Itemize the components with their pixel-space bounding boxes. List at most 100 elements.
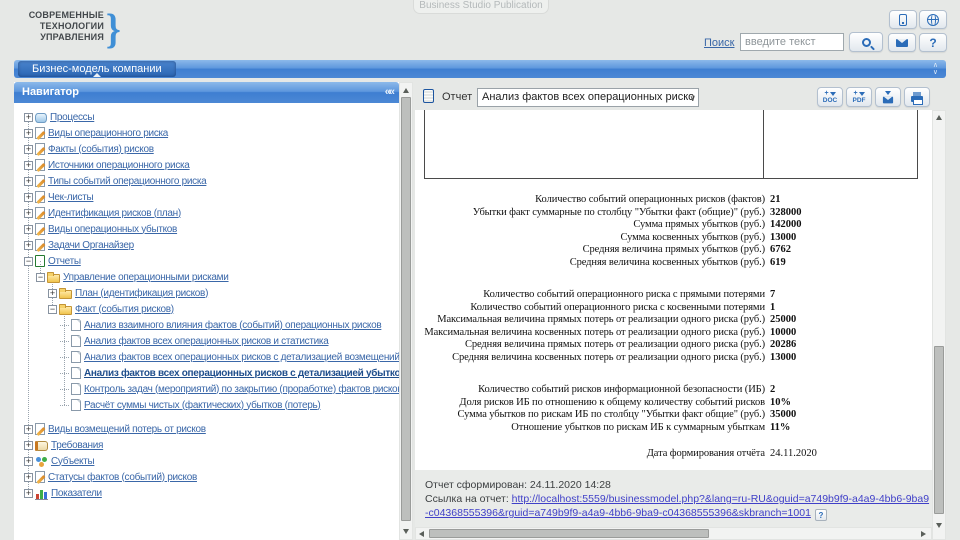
report-link-label: Ссылка на отчет: [425, 493, 509, 505]
stat-value: 20286 [770, 339, 796, 350]
stat-row: Количество событий рисков информационной… [424, 384, 924, 397]
tree-item-link[interactable]: Виды операционных убытков [48, 224, 177, 235]
expand-node-icon[interactable]: + [48, 289, 57, 298]
stat-label: Средняя величина прямых потерь от реализ… [465, 339, 765, 350]
expand-node-icon[interactable]: + [24, 441, 33, 450]
question-icon: ? [929, 37, 936, 49]
export-buttons: + DOC + PDF [817, 87, 930, 107]
tree-item-link[interactable]: План (идентификация рисков) [75, 288, 208, 299]
tree-row: Расчёт суммы чистых (фактических) убытко… [14, 397, 399, 413]
doc-edit-icon [35, 175, 45, 187]
expand-node-icon[interactable]: + [24, 473, 33, 482]
export-pdf-button[interactable]: + PDF [846, 87, 872, 107]
tab-business-model[interactable]: Бизнес-модель компании [18, 61, 176, 77]
send-report-button[interactable] [875, 87, 901, 107]
scroll-right-arrow[interactable] [921, 531, 926, 537]
tree-item-link[interactable]: Анализ фактов всех операционных рисков и… [84, 336, 328, 347]
tabbar-collapse-icon[interactable]: ∧∨ [933, 62, 938, 76]
stat-row: Сумма прямых убытков (руб.)142000 [424, 219, 924, 232]
search-button[interactable] [849, 32, 883, 52]
navigator-header: Навигатор «« [14, 82, 399, 103]
feedback-button[interactable] [888, 33, 916, 52]
navigator-collapse-icon[interactable]: «« [385, 82, 393, 103]
scrollbar-thumb[interactable] [934, 346, 944, 514]
tree-item-link[interactable]: Факт (события рисков) [75, 304, 174, 315]
collapse-node-icon[interactable]: − [24, 257, 33, 266]
search-link[interactable]: Поиск [704, 37, 734, 49]
search-input[interactable] [740, 33, 844, 51]
tree-row: + Факты (события) рисков [14, 141, 399, 157]
navigation-tree: + Процессы + Виды операционного риска + Факты… [14, 103, 399, 501]
tree-item-link[interactable]: Статусы фактов (событий) рисков [48, 472, 197, 483]
expand-node-icon[interactable]: + [24, 425, 33, 434]
tree-item-link[interactable]: Задачи Органайзер [48, 240, 134, 251]
tree-connector [60, 401, 69, 410]
expand-node-icon[interactable]: + [24, 145, 33, 154]
scroll-down-arrow[interactable] [403, 529, 409, 534]
tree-item-link[interactable]: Чек-листы [48, 192, 93, 203]
tree-item-link[interactable]: Отчеты [48, 256, 81, 267]
link-help-icon[interactable]: ? [815, 509, 827, 521]
tree-item-link[interactable]: Показатели [51, 488, 102, 499]
tree-row: + Виды операционного риска [14, 125, 399, 141]
tree-item-link[interactable]: Виды операционного риска [48, 128, 168, 139]
doc-icon [71, 367, 81, 379]
expand-node-icon[interactable]: + [24, 225, 33, 234]
scroll-down-arrow[interactable] [936, 523, 942, 528]
navigator-panel: Навигатор «« + Процессы + Виды операционног… [14, 82, 399, 540]
stat-block: Количество событий рисков информационной… [424, 384, 924, 434]
tree-item-link[interactable]: Контроль задач (мероприятий) по закрытию… [84, 384, 399, 395]
printer-icon [911, 96, 923, 102]
expand-node-icon[interactable]: + [24, 113, 33, 122]
search-icon [862, 38, 871, 47]
report-select[interactable]: Анализ фактов всех операционных риско ∨ [477, 88, 699, 107]
tree-item-link[interactable]: Требования [51, 440, 103, 451]
stat-value: 11% [770, 422, 790, 433]
doc-icon [71, 399, 81, 411]
expand-node-icon[interactable]: + [24, 241, 33, 250]
scroll-up-arrow[interactable] [936, 115, 942, 120]
doc-export-label: DOC [823, 97, 837, 104]
tree-item-link[interactable]: Расчёт суммы чистых (фактических) убытко… [84, 400, 320, 411]
tree-item-link[interactable]: Управление операционными рисками [63, 272, 229, 283]
tree-item-link[interactable]: Идентификация рисков (план) [48, 208, 181, 219]
scrollbar-thumb[interactable] [401, 97, 411, 521]
tree-item-link[interactable]: Субъекты [51, 456, 94, 467]
language-button[interactable] [919, 10, 947, 29]
tree-item-link[interactable]: Факты (события) рисков [48, 144, 154, 155]
stat-value: 6762 [770, 244, 791, 255]
expand-node-icon[interactable]: + [24, 161, 33, 170]
scrollbar-thumb[interactable] [429, 529, 709, 538]
mobile-icon [899, 14, 907, 26]
tree-row: − Факт (события рисков) [14, 301, 399, 317]
tree-item-link[interactable]: Источники операционного риска [48, 160, 190, 171]
stat-label: Количество событий рисков информационной… [478, 384, 765, 395]
tree-item-link[interactable]: Типы событий операционного риска [48, 176, 206, 187]
collapse-node-icon[interactable]: − [48, 305, 57, 314]
tree-item-link[interactable]: Процессы [50, 112, 94, 123]
tree-item-link[interactable]: Анализ фактов всех операционных рисков с… [84, 368, 399, 379]
print-button[interactable] [904, 87, 930, 107]
stat-value: 35000 [770, 409, 796, 420]
tree-item-link[interactable]: Анализ фактов всех операционных рисков с… [84, 352, 399, 363]
stat-label: Сумма убытков по рискам ИБ по столбцу "У… [458, 409, 765, 420]
tree-row: + Чек-листы [14, 189, 399, 205]
tree-item-link[interactable]: Анализ взаимного влияния фактов (событий… [84, 320, 381, 331]
scroll-up-arrow[interactable] [403, 88, 409, 93]
help-button[interactable]: ? [919, 33, 947, 52]
mobile-version-button[interactable] [889, 10, 917, 29]
expand-node-icon[interactable]: + [24, 209, 33, 218]
expand-node-icon[interactable]: + [24, 177, 33, 186]
tree-row: + План (идентификация рисков) [14, 285, 399, 301]
expand-node-icon[interactable]: + [24, 193, 33, 202]
scroll-left-arrow[interactable] [419, 531, 424, 537]
report-select-value: Анализ фактов всех операционных риско [482, 91, 694, 103]
collapse-node-icon[interactable]: − [36, 273, 45, 282]
tree-item-link[interactable]: Виды возмещений потерь от рисков [48, 424, 206, 435]
expand-node-icon[interactable]: + [24, 457, 33, 466]
export-doc-button[interactable]: + DOC [817, 87, 843, 107]
expand-node-icon[interactable]: + [24, 129, 33, 138]
report-toolbar: Отчет Анализ фактов всех операционных ри… [415, 84, 932, 110]
expand-node-icon[interactable]: + [24, 489, 33, 498]
stat-value: 13000 [770, 352, 796, 363]
